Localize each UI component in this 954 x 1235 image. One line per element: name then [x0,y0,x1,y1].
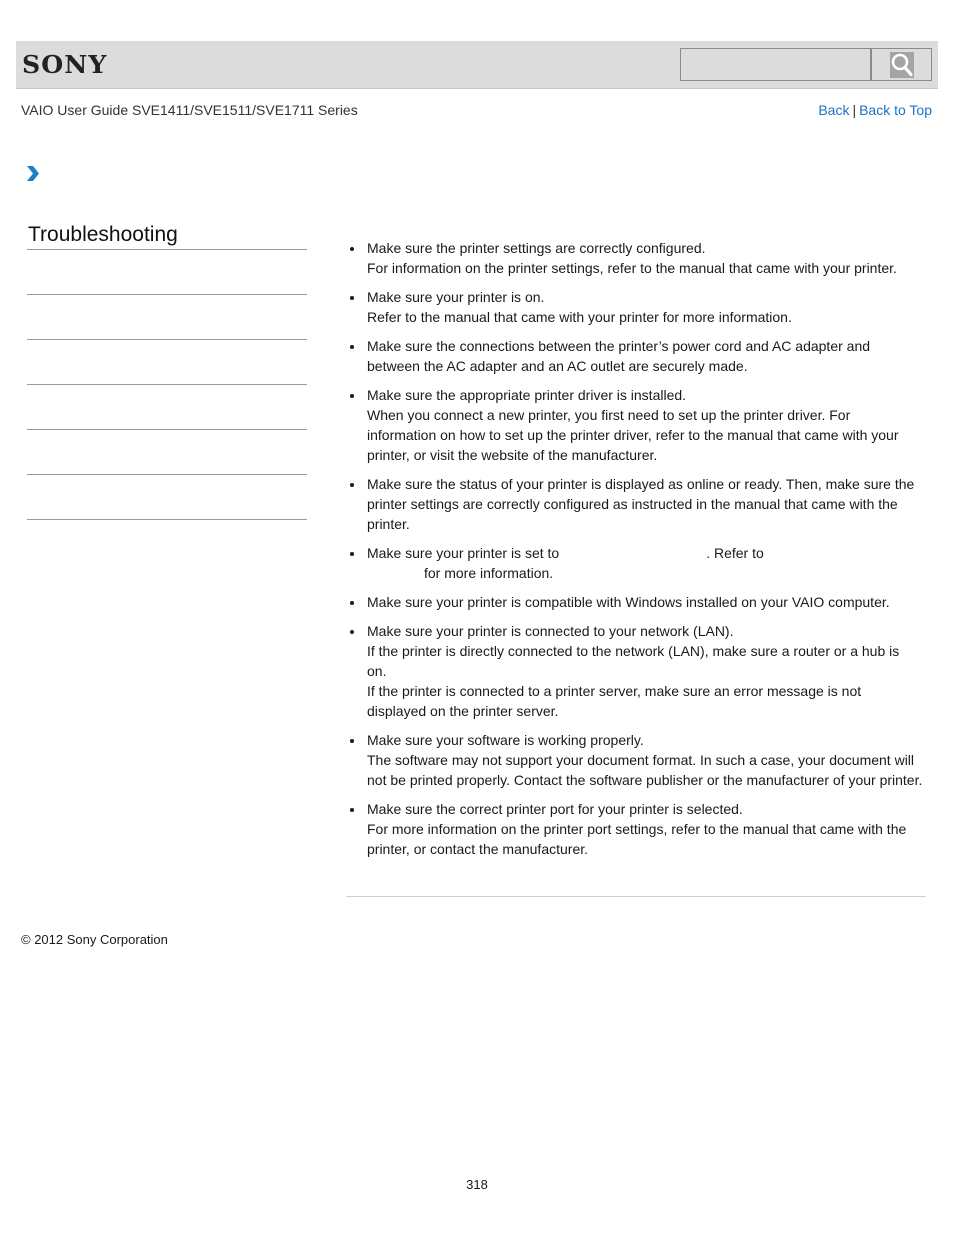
item-main: Make sure the appropriate printer driver… [367,387,687,403]
list-item: Make sure the connections between the pr… [346,336,926,376]
guide-title: VAIO User Guide SVE1411/SVE1511/SVE1711 … [21,102,358,118]
back-link[interactable]: Back [818,102,849,118]
top-links: Back | Back to Top [818,102,932,118]
bullet-icon [350,601,354,605]
list-item: Make sure your printer is set to . Refer … [346,543,926,583]
search-input[interactable] [680,48,871,81]
main-content: Make sure the printer settings are corre… [346,238,926,868]
item-main: Make sure your software is working prope… [367,732,644,748]
bullet-icon [350,483,354,487]
sony-logo: SONY [22,50,108,79]
item-main: Make sure your printer is compatible wit… [367,594,890,610]
bullet-icon [350,630,354,634]
search-icon [890,52,914,78]
item-detail: If the printer is directly connected to … [367,643,900,679]
item-text-part: . Refer to [706,545,764,561]
content-divider [346,896,926,897]
item-main: Make sure your printer is on. [367,289,545,305]
bullet-icon [350,345,354,349]
item-detail: For information on the printer settings,… [367,260,897,276]
bullet-icon [350,739,354,743]
item-main: Make sure the correct printer port for y… [367,801,743,817]
troubleshooting-list: Make sure the printer settings are corre… [346,238,926,859]
list-item: Make sure the appropriate printer driver… [346,385,926,465]
item-detail: When you connect a new printer, you firs… [367,407,899,463]
item-main: Make sure the connections between the pr… [367,338,871,374]
copyright: © 2012 Sony Corporation [21,932,168,947]
list-item: Make sure the correct printer port for y… [346,799,926,859]
item-detail: For more information on the printer port… [367,821,907,857]
item-main: Make sure the printer settings are corre… [367,240,706,256]
sidebar-item[interactable] [27,475,307,520]
header-bar: SONY [16,41,938,89]
list-item: Make sure your printer is connected to y… [346,621,926,721]
sidebar-item[interactable] [27,340,307,385]
item-text-part: for more information. [424,565,554,581]
bullet-icon [350,394,354,398]
sidebar-item[interactable] [27,295,307,340]
sidebar-title: Troubleshooting [27,222,307,250]
sidebar-item[interactable] [27,385,307,430]
bullet-icon [350,247,354,251]
sidebar: Troubleshooting [27,222,307,520]
list-item: Make sure the printer settings are corre… [346,238,926,278]
page-number: 318 [466,1177,488,1192]
item-detail: for more information. [367,563,926,583]
sidebar-item[interactable] [27,430,307,475]
list-item: Make sure your printer is compatible wit… [346,592,926,612]
item-detail: The software may not support your docume… [367,752,923,788]
search-button[interactable] [871,48,932,81]
list-item: Make sure the status of your printer is … [346,474,926,534]
item-main: Make sure your printer is set to . Refer … [367,543,926,563]
list-item: Make sure your software is working prope… [346,730,926,790]
bullet-icon [350,296,354,300]
bullet-icon [350,808,354,812]
item-text-part: Make sure your printer is set to [367,545,560,561]
item-main: Make sure your printer is connected to y… [367,623,734,639]
bullet-icon [350,552,354,556]
sidebar-item[interactable] [27,250,307,295]
item-main: Make sure the status of your printer is … [367,476,915,532]
item-detail: Refer to the manual that came with your … [367,309,792,325]
back-to-top-link[interactable]: Back to Top [859,102,932,118]
list-item: Make sure your printer is on. Refer to t… [346,287,926,327]
item-detail: If the printer is connected to a printer… [367,683,862,719]
chevron-right-icon[interactable] [26,166,40,181]
link-separator: | [852,102,857,118]
